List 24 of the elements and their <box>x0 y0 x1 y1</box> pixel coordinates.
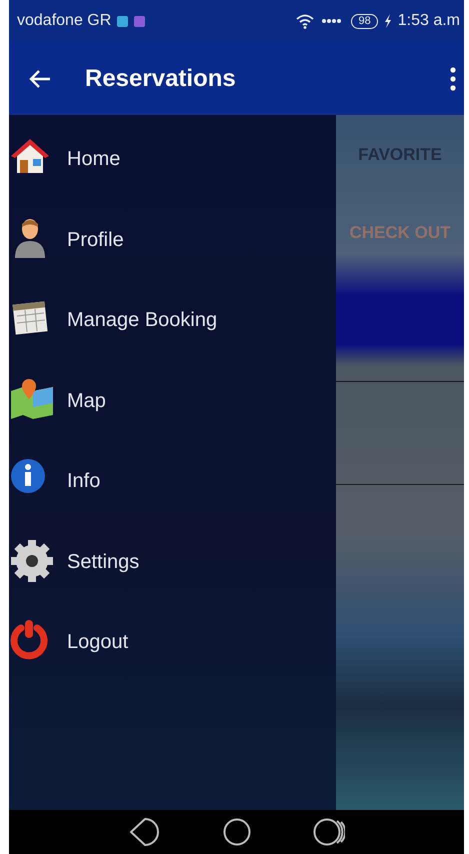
drawer-menu-item[interactable]: Settings <box>67 550 140 574</box>
power-icon <box>9 618 49 660</box>
recents-nav-icon[interactable] <box>312 818 344 846</box>
settings-icon <box>9 538 55 584</box>
battery-level: 98 <box>351 14 378 28</box>
info-icon <box>9 457 47 495</box>
drawer-menu-item[interactable]: Logout <box>67 630 128 654</box>
drawer-menu-item[interactable]: Manage Booking <box>67 308 218 332</box>
carrier-name: vodafone GR <box>17 12 112 30</box>
drawer-menu-item[interactable]: Map <box>67 388 106 412</box>
drawer-menu-item[interactable]: Home <box>67 147 120 171</box>
wifi-icon <box>295 13 316 29</box>
app-notification-icon <box>134 16 146 26</box>
map-icon <box>9 376 55 418</box>
clock-time: 1:53 a.m <box>398 12 460 30</box>
drawer-menu-item[interactable]: Info <box>67 469 100 493</box>
drawer-menu-item[interactable]: Profile <box>67 228 124 252</box>
charging-icon <box>384 14 392 28</box>
app-notification-icon <box>117 16 128 26</box>
overflow-menu-icon[interactable] <box>450 66 456 90</box>
back-nav-icon[interactable] <box>128 817 160 847</box>
back-arrow-icon[interactable] <box>29 68 51 88</box>
screen-title: Reservations <box>85 64 236 92</box>
home-nav-icon[interactable] <box>222 818 250 846</box>
